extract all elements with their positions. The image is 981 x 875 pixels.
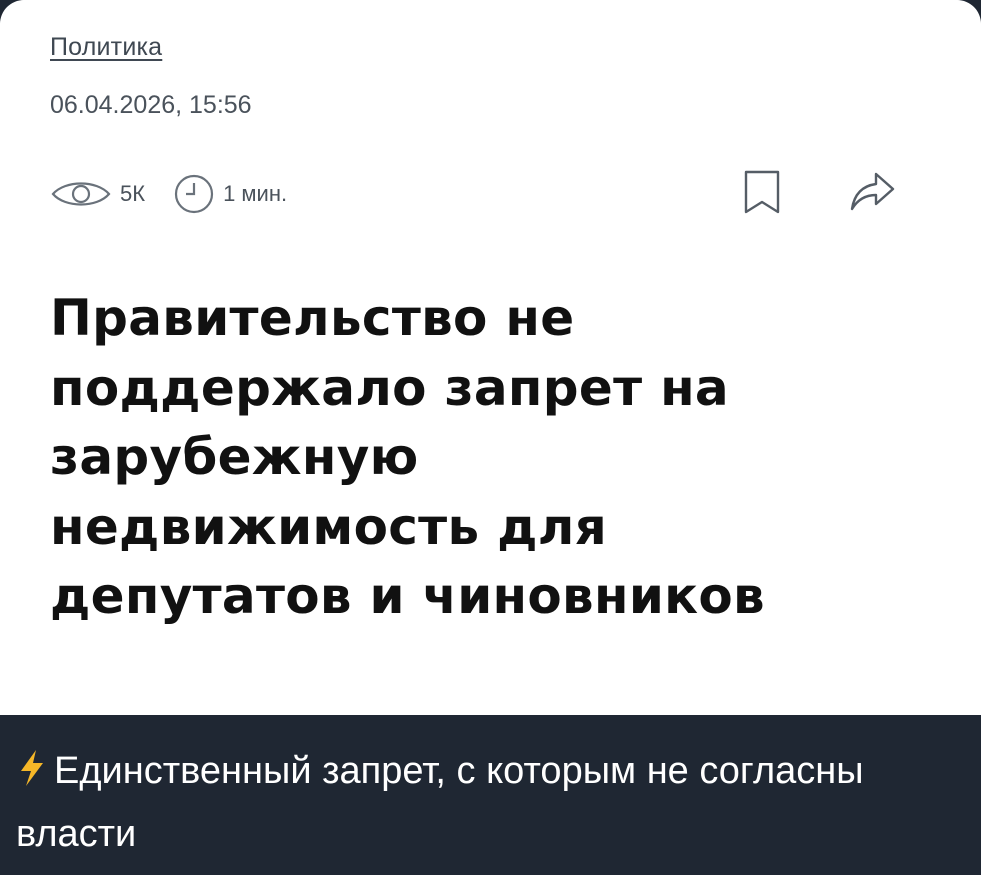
headline-line: недвижимость для <box>50 497 608 556</box>
headline-line: депутатов и чиновников <box>50 567 765 625</box>
publish-date: 06.04.2026, 15:56 <box>50 91 252 119</box>
bookmark-button[interactable] <box>736 168 788 220</box>
news-card: Политика 06.04.2026, 15:56 5К 1 мин. Пра… <box>0 0 981 715</box>
share-icon <box>848 170 896 219</box>
article-headline[interactable]: Правительство не поддержало запрет на за… <box>50 284 930 632</box>
caption-text: Единственный запрет, с которым не соглас… <box>16 750 864 855</box>
headline-line: поддержало запрет на <box>50 358 729 417</box>
headline-line: Правительство не <box>50 289 575 347</box>
share-button[interactable] <box>846 168 898 220</box>
eye-icon <box>50 176 112 212</box>
bookmark-icon <box>742 168 782 221</box>
views-count: 5К <box>120 181 146 206</box>
article-meta: 5К 1 мин. <box>50 172 315 216</box>
lightning-icon <box>16 747 48 805</box>
post-caption: Единственный запрет, с которым не соглас… <box>16 742 966 863</box>
category-link[interactable]: Политика <box>50 33 162 62</box>
clock-icon <box>173 173 215 215</box>
read-time: 1 мин. <box>223 181 288 206</box>
headline-line: зарубежную <box>50 428 419 486</box>
